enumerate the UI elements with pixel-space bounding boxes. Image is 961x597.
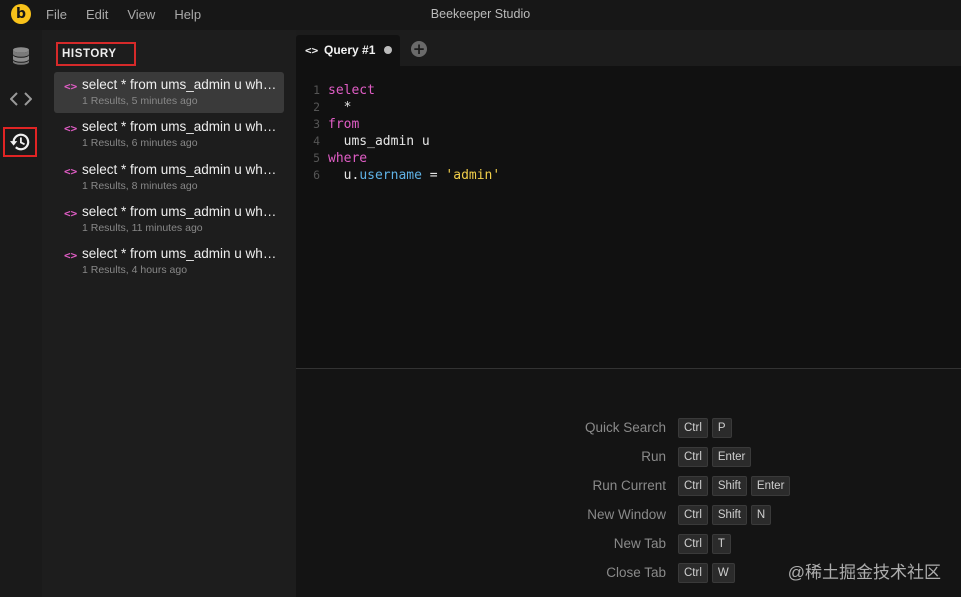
history-item[interactable]: <> select * from ums_admin u where u.use… (54, 199, 284, 240)
sql-keyword: select (328, 83, 375, 98)
code-icon: <> (64, 207, 78, 220)
shortcut-keys: Ctrl Shift N (678, 505, 772, 525)
shortcut-keys: Ctrl Enter (678, 447, 752, 467)
queries-button[interactable] (4, 82, 38, 116)
code-icon (10, 92, 32, 106)
history-meta: 1 Results, 11 minutes ago (82, 222, 203, 234)
key-cap: T (711, 534, 731, 554)
history-sidebar: HISTORY <> select * from ums_admin u whe… (42, 30, 296, 597)
shortcut-label: New Window (587, 507, 666, 522)
connections-button[interactable] (4, 39, 38, 73)
sql-token: * (328, 100, 352, 115)
code-icon: <> (64, 165, 78, 178)
shortcut-keys: Ctrl W (678, 563, 735, 583)
add-tab-button[interactable]: + (411, 41, 427, 57)
history-query: select * from ums_admin u where u.userna… (82, 204, 278, 219)
key-cap: Ctrl (678, 563, 708, 583)
history-meta: 1 Results, 5 minutes ago (82, 95, 198, 107)
sql-keyword: from (328, 117, 360, 132)
tab-title: Query #1 (324, 43, 376, 57)
key-cap: Ctrl (678, 476, 708, 496)
key-cap: W (711, 563, 735, 583)
shortcut-label: Quick Search (584, 420, 666, 435)
shortcut-keys: Ctrl P (678, 418, 732, 438)
history-meta: 1 Results, 8 minutes ago (82, 180, 198, 192)
history-query: select * from ums_admin u where u.userna… (82, 246, 278, 261)
query-editor[interactable]: 1 select 2 * 3 from 4 ums_admin u 5 where 6 u.us… (296, 66, 961, 368)
shortcut-label: Run (641, 449, 666, 464)
shortcut-label: Close Tab (606, 565, 666, 580)
history-item[interactable]: <> select * from ums_admin u where u.use… (54, 157, 284, 198)
database-icon (13, 47, 29, 65)
code-text: where (328, 150, 367, 167)
code-line[interactable]: 4 ums_admin u (296, 133, 961, 150)
line-number: 4 (313, 134, 320, 148)
history-item[interactable]: <> select * from ums_admin u where u.use… (54, 241, 284, 282)
shortcut-keys: Ctrl T (678, 534, 731, 554)
history-item[interactable]: <> select * from ums_admin u where u.use… (54, 114, 284, 155)
key-cap: Ctrl (678, 534, 708, 554)
line-number: 5 (313, 151, 320, 165)
tab-strip: <> Query #1 + (296, 30, 961, 66)
sql-column: username (359, 168, 422, 183)
sql-string: 'admin' (445, 168, 501, 183)
app-title: Beekeeper Studio (430, 7, 531, 21)
line-number: 1 (313, 83, 320, 97)
watermark: @稀土掘金技术社区 (787, 563, 941, 582)
line-number: 2 (313, 100, 320, 114)
key-cap: P (711, 418, 732, 438)
key-cap: Shift (711, 476, 747, 496)
unsaved-dot-icon[interactable] (384, 46, 392, 54)
sql-token: = (421, 168, 446, 183)
history-item[interactable]: <> select * from ums_admin u where u.use… (54, 72, 284, 113)
line-number: 3 (313, 117, 320, 131)
sql-token: ums_admin u (328, 134, 430, 149)
history-meta: 1 Results, 4 hours ago (82, 264, 188, 276)
shortcut-keys: Ctrl Shift Enter (678, 476, 791, 496)
activity-bar (0, 30, 42, 597)
key-cap: Ctrl (678, 447, 708, 467)
history-query: select * from ums_admin u where u.userna… (82, 77, 278, 92)
key-cap: Enter (750, 476, 791, 496)
key-cap: Shift (711, 505, 747, 525)
line-number: 6 (313, 168, 320, 182)
key-cap: Ctrl (678, 418, 708, 438)
sql-keyword: where (328, 151, 368, 166)
shortcut-row: New Tab Ctrl T (296, 534, 961, 556)
key-cap: Ctrl (678, 505, 708, 525)
code-line[interactable]: 3 from (296, 116, 961, 133)
shortcut-label: Run Current (592, 478, 666, 493)
history-heading: HISTORY (56, 42, 136, 66)
shortcut-row: Quick Search Ctrl P (296, 418, 961, 440)
key-cap: N (750, 505, 772, 525)
tab-query-1[interactable]: <> Query #1 (296, 35, 400, 66)
code-icon: <> (64, 249, 78, 262)
code-line[interactable]: 5 where (296, 150, 961, 167)
code-icon: <> (64, 122, 78, 135)
code-text: ums_admin u (328, 133, 430, 150)
history-query: select * from ums_admin u where u.userna… (82, 162, 278, 177)
key-cap: Enter (711, 447, 752, 467)
code-text: u.username = 'admin' (328, 167, 501, 184)
shortcut-row: Run Ctrl Enter (296, 447, 961, 469)
sql-token: u. (328, 168, 360, 183)
code-icon: <> (64, 80, 78, 93)
history-meta: 1 Results, 6 minutes ago (82, 137, 198, 149)
shortcut-row: Run Current Ctrl Shift Enter (296, 476, 961, 498)
code-line[interactable]: 6 u.username = 'admin' (296, 167, 961, 184)
code-text: select (328, 82, 375, 99)
history-icon (10, 133, 30, 151)
code-text: from (328, 116, 359, 133)
code-text: * (328, 99, 352, 116)
code-line[interactable]: 1 select (296, 82, 961, 99)
code-line[interactable]: 2 * (296, 99, 961, 116)
code-icon: <> (305, 44, 319, 57)
shortcut-label: New Tab (613, 536, 666, 551)
history-button[interactable] (3, 127, 37, 157)
history-query: select * from ums_admin u where u.userna… (82, 119, 278, 134)
title-bar: b File Edit View Help Beekeeper Studio (0, 0, 961, 30)
shortcut-row: New Window Ctrl Shift N (296, 505, 961, 527)
